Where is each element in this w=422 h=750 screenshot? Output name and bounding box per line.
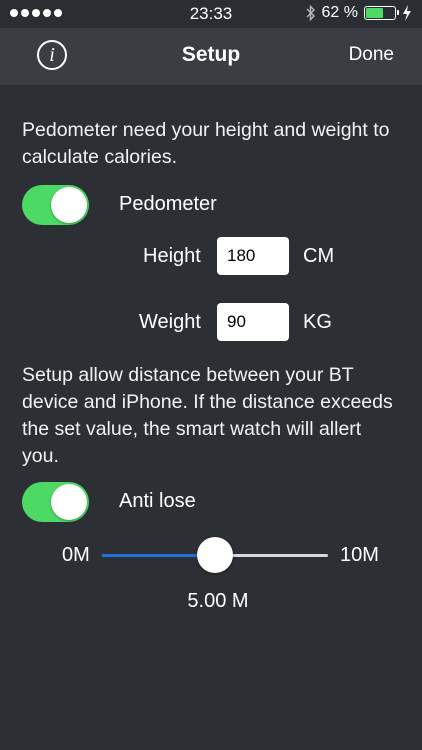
pedometer-description: Pedometer need your height and weight to… xyxy=(22,119,390,168)
weight-label: Weight xyxy=(139,311,201,333)
pedometer-toggle[interactable] xyxy=(22,185,89,225)
pedometer-toggle-label: Pedometer xyxy=(119,193,217,215)
anti-lose-toggle-label: Anti lose xyxy=(119,490,196,512)
slider-max-label: 10M xyxy=(340,544,379,566)
height-label: Height xyxy=(143,245,201,267)
height-input[interactable] xyxy=(217,237,289,275)
charging-bolt-icon xyxy=(403,5,411,21)
weight-unit: KG xyxy=(303,311,332,333)
weight-input[interactable] xyxy=(217,303,289,341)
status-bar: 23:33 62 % xyxy=(0,0,422,28)
toggle-knob xyxy=(51,484,87,520)
done-button[interactable]: Done xyxy=(349,44,394,66)
status-right: 62 % xyxy=(306,4,412,22)
bluetooth-icon xyxy=(306,4,315,22)
distance-value: 5.00 M xyxy=(187,590,249,612)
battery-percent: 62 % xyxy=(321,4,358,21)
distance-slider-thumb[interactable] xyxy=(197,537,233,573)
navigation-bar: i Setup Done xyxy=(0,28,422,85)
anti-lose-toggle[interactable] xyxy=(22,482,89,522)
anti-lose-description: Setup allow distance between your BT dev… xyxy=(22,364,393,467)
height-unit: CM xyxy=(303,245,335,267)
toggle-knob xyxy=(51,187,87,223)
slider-min-label: 0M xyxy=(62,544,90,566)
battery-icon xyxy=(364,6,399,20)
